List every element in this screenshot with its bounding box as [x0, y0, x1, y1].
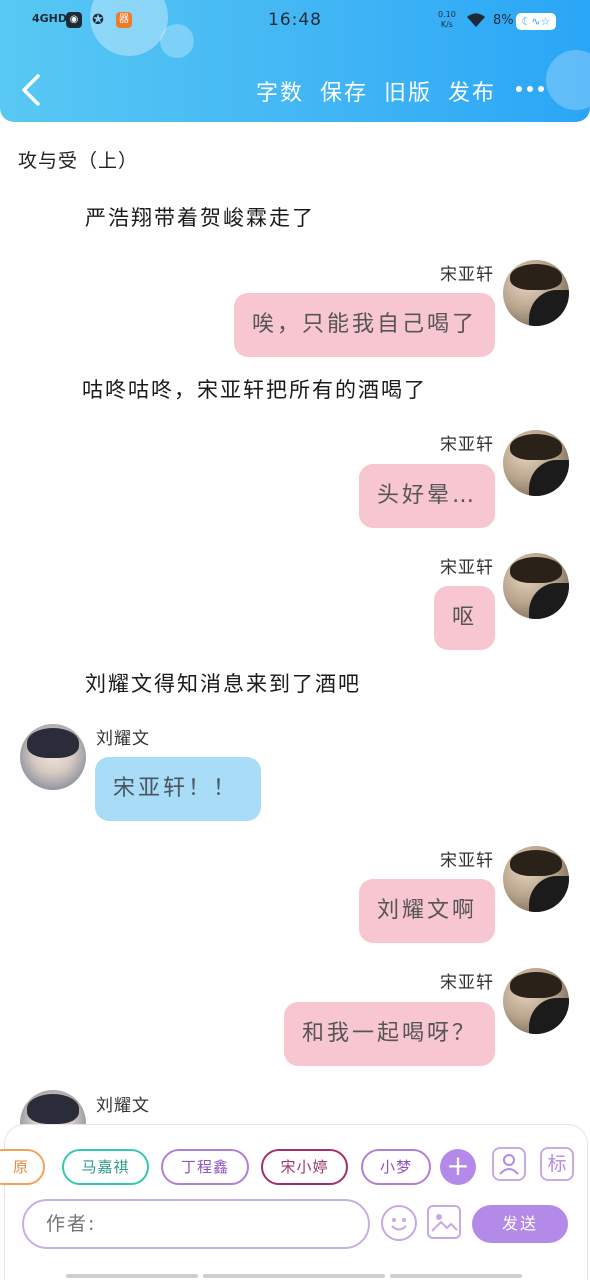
back-button[interactable]	[18, 72, 48, 108]
avatar[interactable]	[503, 260, 569, 326]
send-button[interactable]: 发送	[472, 1205, 568, 1243]
narration-text: 刘耀文得知消息来到了酒吧	[85, 672, 361, 696]
chat-bubble-right[interactable]: 唉，只能我自己喝了	[233, 293, 495, 357]
chat-bubble-right[interactable]: 呕	[433, 586, 495, 650]
chat-bubble-left[interactable]: 宋亚轩！！	[95, 757, 261, 821]
character-chip[interactable]: 原	[0, 1149, 45, 1185]
speaker-name: 刘耀文	[96, 1096, 150, 1116]
compose-panel: 原 马嘉祺 丁程鑫 宋小婷 小梦 + 标 发送	[0, 1124, 588, 1280]
character-chip[interactable]: 马嘉祺	[62, 1149, 149, 1185]
avatar[interactable]	[503, 553, 569, 619]
nav-indicator	[390, 1274, 522, 1278]
more-dot	[516, 86, 522, 92]
speaker-name: 宋亚轩	[440, 851, 494, 871]
author-input[interactable]	[22, 1199, 370, 1249]
network-speed-value: 0.10	[438, 10, 456, 19]
network-speed-unit: K/s	[440, 20, 453, 29]
chapter-title: 攻与受（上）	[18, 150, 139, 172]
old-version-button[interactable]: 旧版	[384, 75, 432, 107]
avatar[interactable]	[20, 724, 86, 790]
person-glyph	[499, 1154, 519, 1175]
status-bar: 4GHD ◉ ✪ 器 16:48 0.10 K/s 8% ☾∿☆	[0, 0, 590, 44]
publish-button[interactable]: 发布	[448, 75, 496, 107]
nav-actions: 字数 保存 旧版 发布	[256, 75, 496, 107]
chevron-left-icon	[22, 74, 40, 106]
chat-bubble-right[interactable]: 刘耀文啊	[358, 879, 495, 943]
character-chip[interactable]: 宋小婷	[261, 1149, 348, 1185]
battery-icon: ☾∿☆	[516, 13, 556, 30]
word-count-button[interactable]: 字数	[256, 75, 304, 107]
network-speed: 0.10 K/s	[438, 10, 456, 30]
wifi-icon	[466, 12, 486, 32]
speaker-name: 宋亚轩	[440, 558, 494, 578]
narration-text: 严浩翔带着贺峻霖走了	[85, 206, 315, 230]
narration-text: 咕咚咕咚，宋亚轩把所有的酒喝了	[82, 378, 427, 402]
smile-glyph	[391, 1218, 407, 1231]
person-icon[interactable]	[492, 1147, 526, 1181]
character-chip[interactable]: 小梦	[361, 1149, 431, 1185]
speaker-name: 宋亚轩	[440, 265, 494, 285]
top-bar: 4GHD ◉ ✪ 器 16:48 0.10 K/s 8% ☾∿☆ 字数 保存 旧…	[0, 0, 590, 122]
character-chip[interactable]: 丁程鑫	[161, 1149, 249, 1185]
chat-bubble-right[interactable]: 头好晕…	[358, 464, 495, 528]
save-button[interactable]: 保存	[320, 75, 368, 107]
avatar[interactable]	[503, 968, 569, 1034]
nav-indicator	[203, 1274, 385, 1278]
avatar[interactable]	[503, 846, 569, 912]
decorative-bubble	[546, 50, 590, 110]
battery-percent: 8%	[493, 13, 514, 28]
picture-glyph	[431, 1214, 458, 1232]
nav-indicator	[66, 1274, 198, 1278]
more-dot	[538, 86, 544, 92]
emoji-icon[interactable]	[381, 1205, 417, 1241]
image-icon[interactable]	[427, 1205, 461, 1239]
speaker-name: 刘耀文	[96, 729, 150, 749]
tag-button[interactable]: 标	[540, 1147, 574, 1181]
avatar[interactable]	[503, 430, 569, 496]
chat-bubble-right[interactable]: 和我一起喝呀？	[283, 1002, 495, 1066]
more-dot	[527, 86, 533, 92]
speaker-name: 宋亚轩	[440, 435, 494, 455]
speaker-name: 宋亚轩	[440, 973, 494, 993]
add-character-button[interactable]: +	[440, 1149, 476, 1185]
more-options-button[interactable]	[516, 86, 544, 92]
